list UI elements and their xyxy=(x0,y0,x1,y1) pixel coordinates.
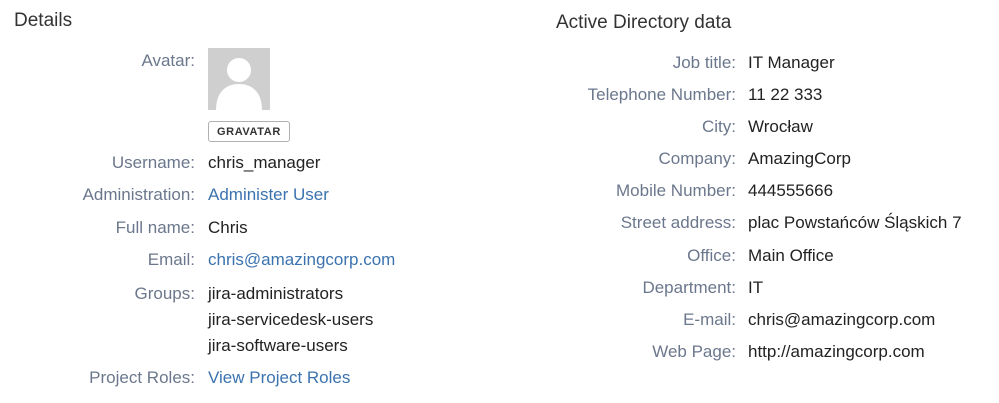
fullname-value: Chris xyxy=(208,218,248,237)
ad-value-email: chris@amazingcorp.com xyxy=(748,310,936,329)
avatar-label: Avatar: xyxy=(141,51,195,70)
details-heading: Details xyxy=(14,10,73,31)
fullname-label: Full name: xyxy=(115,218,195,237)
ad-value-office: Main Office xyxy=(748,246,834,265)
username-label: Username: xyxy=(111,153,195,172)
ad-value-mobile: 444555666 xyxy=(748,181,834,200)
ad-label-company: Company: xyxy=(658,149,736,168)
administer-user-link[interactable]: Administer User xyxy=(208,185,329,205)
administration-label: Administration: xyxy=(82,185,195,204)
gravatar-button[interactable]: GRAVATAR xyxy=(208,121,290,142)
project-roles-label: Project Roles: xyxy=(89,368,195,387)
avatar xyxy=(208,48,270,110)
ad-label-web-page: Web Page: xyxy=(652,342,736,361)
ad-label-mobile: Mobile Number: xyxy=(616,181,736,200)
email-label: Email: xyxy=(147,250,195,269)
ad-value-street: plac Powstańców Śląskich 7 xyxy=(748,213,962,232)
ad-value-web-page: http://amazingcorp.com xyxy=(748,342,925,361)
ad-label-street: Street address: xyxy=(620,213,736,232)
ad-label-job-title: Job title: xyxy=(672,53,736,72)
ad-label-telephone: Telephone Number: xyxy=(587,85,736,104)
ad-label-email: E-mail: xyxy=(683,310,736,329)
default-avatar-icon xyxy=(208,48,270,110)
group-item: jira-servicedesk-users xyxy=(208,310,374,329)
email-link[interactable]: chris@amazingcorp.com xyxy=(208,250,395,270)
ad-value-telephone: 11 22 333 xyxy=(748,85,823,104)
group-item: jira-administrators xyxy=(208,284,344,303)
ad-heading: Active Directory data xyxy=(556,12,732,33)
username-value: chris_manager xyxy=(208,153,321,172)
ad-label-department: Department: xyxy=(642,278,736,297)
ad-label-office: Office: xyxy=(687,246,736,265)
view-project-roles-link[interactable]: View Project Roles xyxy=(208,368,350,388)
group-item: jira-software-users xyxy=(208,336,348,355)
ad-value-department: IT xyxy=(748,278,764,297)
ad-value-company: AmazingCorp xyxy=(748,149,851,168)
ad-value-city: Wrocław xyxy=(748,117,813,136)
ad-label-city: City: xyxy=(702,117,736,136)
groups-label: Groups: xyxy=(134,284,195,303)
ad-value-job-title: IT Manager xyxy=(748,53,835,72)
